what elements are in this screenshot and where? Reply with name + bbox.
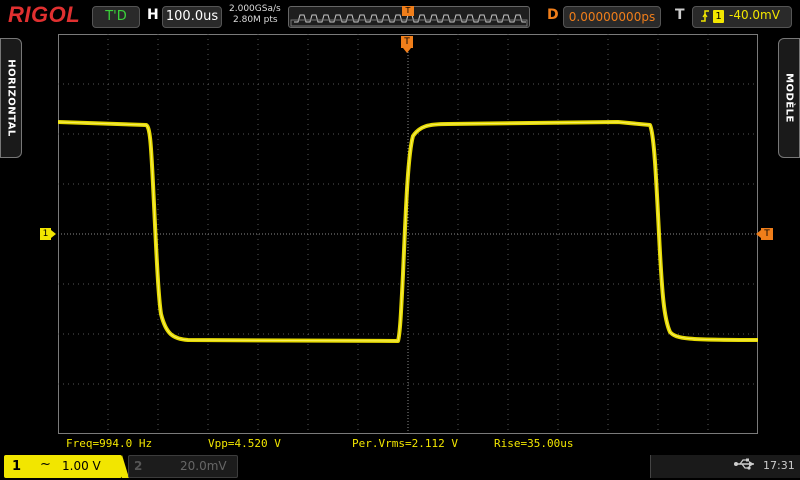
waveform-grid[interactable] (58, 34, 758, 434)
ch1-number: 1 (12, 459, 22, 474)
sample-rate: 2.000GSa/s (229, 4, 281, 14)
tab-horizontal-label: HORIZONTAL (5, 59, 17, 137)
trigger-delay-value[interactable]: 0.00000000ps (563, 6, 661, 28)
measurement-period-vrms: Per.Vrms=2.112 V (352, 437, 458, 450)
horizontal-label: H (147, 7, 159, 23)
delay-label: D (547, 7, 559, 23)
usb-icon (734, 457, 756, 475)
trigger-level-marker[interactable]: T (756, 228, 773, 240)
tab-mode[interactable]: MODÈLE (778, 38, 800, 158)
trigger-level-value: -40.0mV (729, 8, 780, 22)
memory-depth: 2.80M pts (233, 15, 278, 25)
trigger-position-marker[interactable]: T (401, 36, 413, 53)
trigger-source-badge: 1 (713, 10, 724, 23)
tab-mode-label: MODÈLE (783, 73, 795, 123)
ac-coupling-icon: ~ (40, 457, 51, 472)
trigger-label: T (675, 7, 685, 23)
run-state-button[interactable]: T'D (92, 6, 140, 28)
rising-edge-icon (700, 9, 710, 26)
timebase-scale[interactable]: 100.0us (162, 6, 222, 28)
measurement-frequency: Freq=994.0 Hz (66, 437, 153, 450)
brand-logo: RIGOL (8, 2, 81, 27)
ch2-number: 2 (134, 459, 143, 473)
ch1-vertical-scale: 1.00 V (62, 459, 101, 473)
memory-overview-bar[interactable]: T (288, 6, 530, 28)
tab-horizontal[interactable]: HORIZONTAL (0, 38, 22, 158)
memory-trigger-marker: T (402, 6, 414, 16)
measurement-vpp: Vpp=4.520 V (208, 437, 281, 450)
system-clock: 17:31 (763, 459, 795, 472)
measurement-rise-time: Rise=35.00us (494, 437, 574, 450)
ch1-offset-marker[interactable]: 1 (40, 228, 56, 240)
ch2-vertical-scale: 20.0mV (180, 459, 227, 473)
